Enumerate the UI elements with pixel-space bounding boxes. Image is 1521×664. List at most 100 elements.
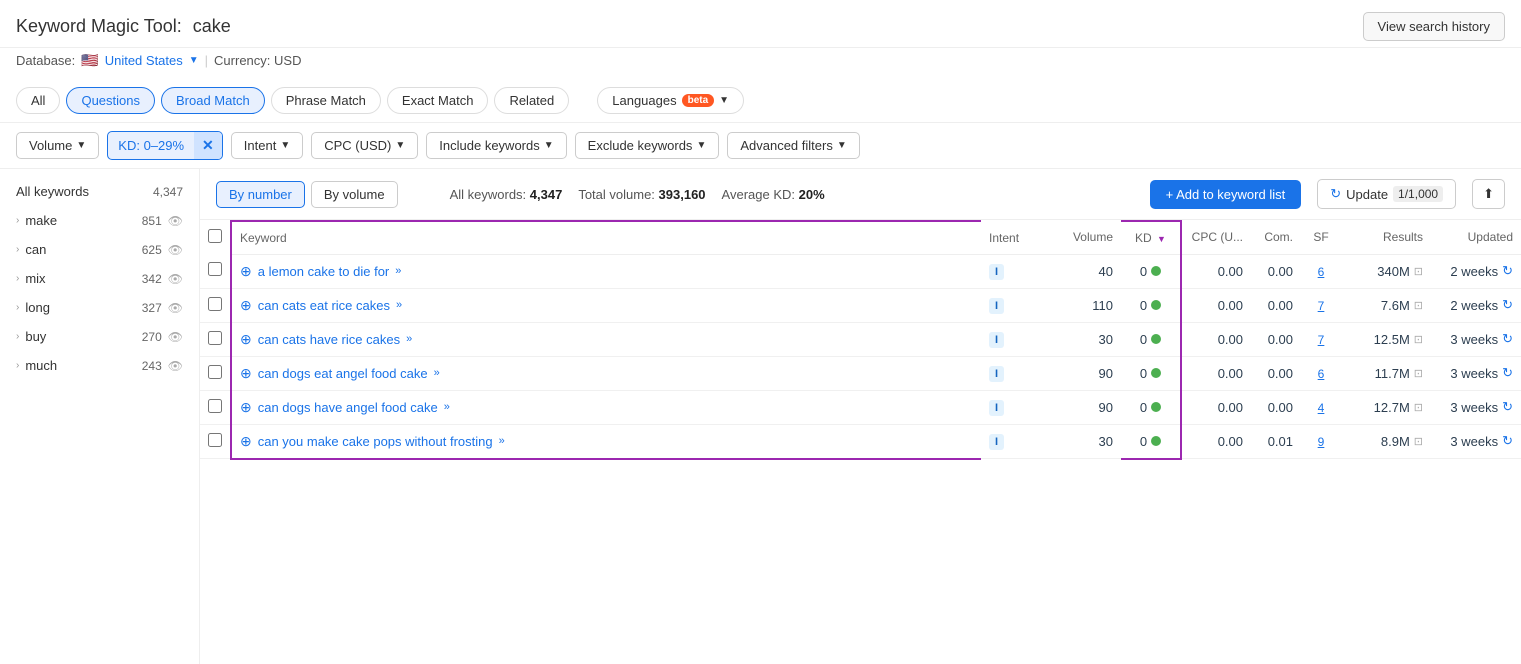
row-checkbox-cell[interactable] xyxy=(200,390,231,424)
all-keywords-label: All keywords: xyxy=(450,187,527,202)
filter-volume[interactable]: Volume ▼ xyxy=(16,132,99,159)
refresh-row-icon[interactable]: ↻ xyxy=(1502,263,1513,279)
export-button[interactable]: ⬆ xyxy=(1472,179,1505,209)
intent-badge: I xyxy=(989,264,1004,280)
add-to-keyword-list-button[interactable]: + Add to keyword list xyxy=(1150,180,1302,209)
filter-kd-clear-button[interactable]: ✕ xyxy=(194,132,222,159)
row-checkbox-cell[interactable] xyxy=(200,254,231,288)
eye-long-icon[interactable]: 👁 xyxy=(168,301,183,315)
tab-related[interactable]: Related xyxy=(494,87,569,114)
eye-much-icon[interactable]: 👁 xyxy=(168,359,183,373)
row-sf-cell[interactable]: 9 xyxy=(1301,424,1341,459)
sidebar-item-make[interactable]: › make 851 👁 xyxy=(4,206,195,235)
keyword-link[interactable]: ⊕ can dogs have angel food cake » xyxy=(240,399,973,416)
update-button[interactable]: ↻ Update 1/1,000 xyxy=(1317,179,1456,209)
eye-make-icon[interactable]: 👁 xyxy=(168,214,183,228)
row-sf-cell[interactable]: 7 xyxy=(1301,288,1341,322)
row-checkbox[interactable] xyxy=(208,297,222,311)
row-checkbox-cell[interactable] xyxy=(200,322,231,356)
select-all-checkbox[interactable] xyxy=(208,229,222,243)
sf-link[interactable]: 7 xyxy=(1318,299,1325,313)
keyword-expand-icon[interactable]: » xyxy=(434,367,440,379)
view-history-button[interactable]: View search history xyxy=(1363,12,1505,41)
sidebar-label-can: can xyxy=(25,242,46,257)
refresh-row-icon[interactable]: ↻ xyxy=(1502,297,1513,313)
row-sf-cell[interactable]: 6 xyxy=(1301,356,1341,390)
refresh-row-icon[interactable]: ↻ xyxy=(1502,399,1513,415)
filter-intent[interactable]: Intent ▼ xyxy=(231,132,303,159)
col-header-results[interactable]: Results xyxy=(1341,221,1431,254)
row-checkbox[interactable] xyxy=(208,262,222,276)
sidebar-item-long[interactable]: › long 327 👁 xyxy=(4,293,195,322)
sidebar-item-all-keywords[interactable]: All keywords 4,347 xyxy=(4,177,195,206)
sidebar-item-much[interactable]: › much 243 👁 xyxy=(4,351,195,380)
tab-phrase-match[interactable]: Phrase Match xyxy=(271,87,381,114)
keyword-link[interactable]: ⊕ can dogs eat angel food cake » xyxy=(240,365,973,382)
keyword-link[interactable]: ⊕ a lemon cake to die for » xyxy=(240,263,973,280)
results-icon: ⊡ xyxy=(1414,435,1423,448)
add-keyword-icon: ⊕ xyxy=(240,399,252,416)
sf-link[interactable]: 4 xyxy=(1318,401,1325,415)
keyword-expand-icon[interactable]: » xyxy=(396,299,402,311)
col-header-volume[interactable]: Volume xyxy=(1051,221,1121,254)
sf-link[interactable]: 6 xyxy=(1318,265,1325,279)
row-checkbox-cell[interactable] xyxy=(200,288,231,322)
col-header-com[interactable]: Com. xyxy=(1251,221,1301,254)
total-volume-stat: Total volume: 393,160 xyxy=(578,187,705,202)
tab-broad-match[interactable]: Broad Match xyxy=(161,87,265,114)
sf-link[interactable]: 6 xyxy=(1318,367,1325,381)
row-checkbox-cell[interactable] xyxy=(200,356,231,390)
sidebar-item-can[interactable]: › can 625 👁 xyxy=(4,235,195,264)
country-link[interactable]: United States xyxy=(105,53,183,68)
filter-cpc[interactable]: CPC (USD) ▼ xyxy=(311,132,418,159)
col-header-kd[interactable]: KD ▼ xyxy=(1121,221,1181,254)
keyword-expand-icon[interactable]: » xyxy=(406,333,412,345)
col-header-updated[interactable]: Updated xyxy=(1431,221,1521,254)
eye-can-icon[interactable]: 👁 xyxy=(168,243,183,257)
refresh-row-icon[interactable]: ↻ xyxy=(1502,433,1513,449)
tab-exact-match[interactable]: Exact Match xyxy=(387,87,489,114)
row-checkbox-cell[interactable] xyxy=(200,424,231,459)
sort-by-number-button[interactable]: By number xyxy=(216,181,305,208)
col-header-intent[interactable]: Intent xyxy=(981,221,1051,254)
refresh-row-icon[interactable]: ↻ xyxy=(1502,331,1513,347)
row-checkbox[interactable] xyxy=(208,331,222,345)
keyword-link[interactable]: ⊕ can cats have rice cakes » xyxy=(240,331,973,348)
col-header-keyword[interactable]: Keyword xyxy=(231,221,981,254)
results-value: 7.6M xyxy=(1381,298,1410,313)
keyword-expand-icon[interactable]: » xyxy=(499,435,505,447)
keyword-link[interactable]: ⊕ can you make cake pops without frostin… xyxy=(240,433,973,450)
col-header-cpc[interactable]: CPC (U... xyxy=(1181,221,1251,254)
keyword-link[interactable]: ⊕ can cats eat rice cakes » xyxy=(240,297,973,314)
sidebar-count-buy: 270 xyxy=(142,330,162,344)
col-header-checkbox[interactable] xyxy=(200,221,231,254)
filter-include-keywords[interactable]: Include keywords ▼ xyxy=(426,132,566,159)
chevron-country[interactable]: ▼ xyxy=(189,55,199,66)
sidebar-item-buy[interactable]: › buy 270 👁 xyxy=(4,322,195,351)
sidebar-label-long: long xyxy=(25,300,50,315)
filter-exclude-keywords[interactable]: Exclude keywords ▼ xyxy=(575,132,720,159)
eye-buy-icon[interactable]: 👁 xyxy=(168,330,183,344)
eye-mix-icon[interactable]: 👁 xyxy=(168,272,183,286)
row-checkbox[interactable] xyxy=(208,399,222,413)
col-header-sf[interactable]: SF xyxy=(1301,221,1341,254)
intent-badge: I xyxy=(989,366,1004,382)
row-checkbox[interactable] xyxy=(208,433,222,447)
keyword-expand-icon[interactable]: » xyxy=(444,401,450,413)
tab-all[interactable]: All xyxy=(16,87,60,114)
refresh-row-icon[interactable]: ↻ xyxy=(1502,365,1513,381)
sort-by-volume-button[interactable]: By volume xyxy=(311,181,398,208)
row-sf-cell[interactable]: 7 xyxy=(1301,322,1341,356)
sf-link[interactable]: 7 xyxy=(1318,333,1325,347)
row-sf-cell[interactable]: 6 xyxy=(1301,254,1341,288)
filter-advanced[interactable]: Advanced filters ▼ xyxy=(727,132,859,159)
keyword-expand-icon[interactable]: » xyxy=(395,265,401,277)
row-checkbox[interactable] xyxy=(208,365,222,379)
sf-link[interactable]: 9 xyxy=(1318,435,1325,449)
row-sf-cell[interactable]: 4 xyxy=(1301,390,1341,424)
languages-button[interactable]: Languages beta ▼ xyxy=(597,87,744,114)
filter-exclude-keywords-label: Exclude keywords xyxy=(588,138,693,153)
chevron-intent-icon: ▼ xyxy=(280,140,290,151)
tab-questions[interactable]: Questions xyxy=(66,87,155,114)
sidebar-item-mix[interactable]: › mix 342 👁 xyxy=(4,264,195,293)
